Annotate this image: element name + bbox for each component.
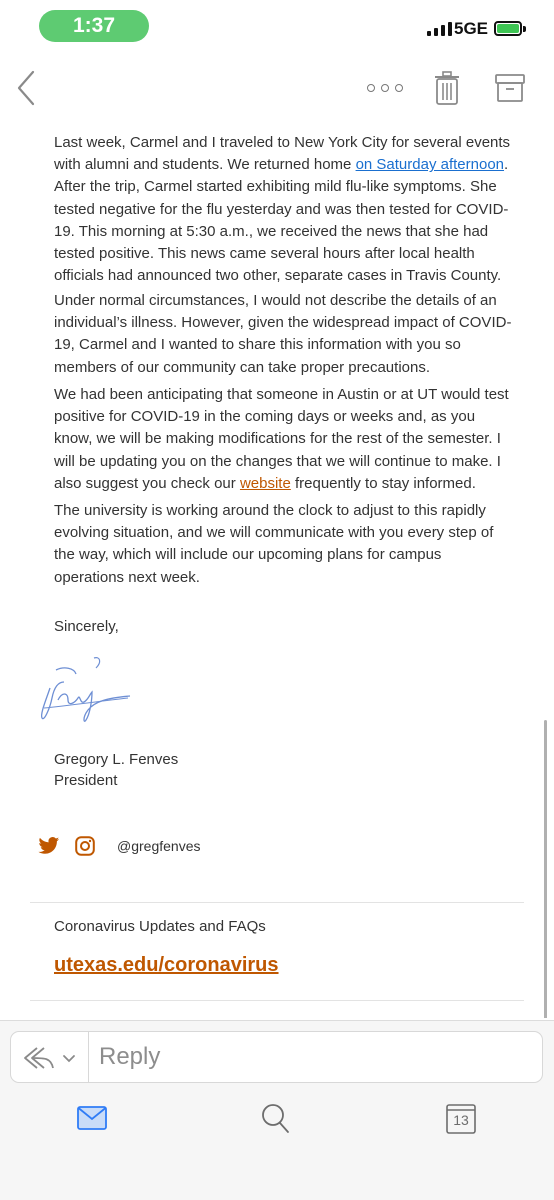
email-paragraph: We had been anticipating that someone in… [54, 384, 514, 495]
signer-name: Gregory L. Fenves [54, 751, 179, 768]
archive-icon[interactable] [494, 72, 526, 104]
coronavirus-link[interactable]: utexas.edu/coronavirus [54, 954, 279, 977]
more-icon[interactable] [367, 84, 403, 94]
signer-block: Gregory L. Fenves President [54, 749, 178, 791]
email-paragraph: Last week, Carmel and I traveled to New … [54, 132, 514, 287]
saturday-afternoon-link[interactable]: on Saturday afternoon [356, 156, 504, 173]
social-links: @gregfenves [38, 836, 200, 856]
email-toolbar [0, 60, 554, 120]
paragraph-text: frequently to stay informed. [290, 474, 476, 492]
email-paragraph: The university is working around the clo… [54, 502, 494, 586]
calendar-icon[interactable]: 13 [446, 1102, 476, 1134]
divider [30, 902, 524, 903]
reply-bar [0, 1020, 554, 1090]
scrollbar[interactable] [544, 720, 547, 1018]
website-link[interactable]: website [240, 475, 291, 492]
battery-tip [523, 26, 526, 32]
status-time[interactable]: 1:37 [39, 10, 149, 42]
reply-options-button[interactable] [11, 1032, 89, 1082]
social-handle: @gregfenves [117, 838, 201, 854]
mail-icon[interactable] [77, 1106, 107, 1130]
closing-text: Sincerely, [54, 618, 119, 635]
paragraph-text: . After the trip, Carmel started exhibit… [54, 156, 509, 285]
reply-input[interactable] [99, 1032, 529, 1082]
status-bar: 1:37 5GE [0, 0, 554, 52]
calendar-day: 13 [453, 1112, 469, 1128]
reply-box [10, 1031, 543, 1083]
network-type: 5GE [454, 19, 489, 38]
instagram-icon[interactable] [75, 836, 95, 856]
battery-icon [494, 21, 522, 36]
tab-bar: 13 [0, 1090, 554, 1200]
search-icon[interactable] [260, 1102, 290, 1134]
faq-label: Coronavirus Updates and FAQs [54, 918, 266, 935]
twitter-icon[interactable] [38, 836, 60, 856]
signal-icon [427, 22, 452, 36]
trash-icon[interactable] [432, 70, 462, 106]
reply-arrows-icon [24, 1047, 75, 1069]
back-chevron-icon[interactable] [14, 66, 40, 110]
signature-image [34, 648, 138, 732]
email-paragraph: Under normal circumstances, I would not … [54, 292, 512, 376]
signer-title: President [54, 772, 118, 789]
email-body: Last week, Carmel and I traveled to New … [0, 120, 554, 1018]
divider [30, 1000, 524, 1001]
